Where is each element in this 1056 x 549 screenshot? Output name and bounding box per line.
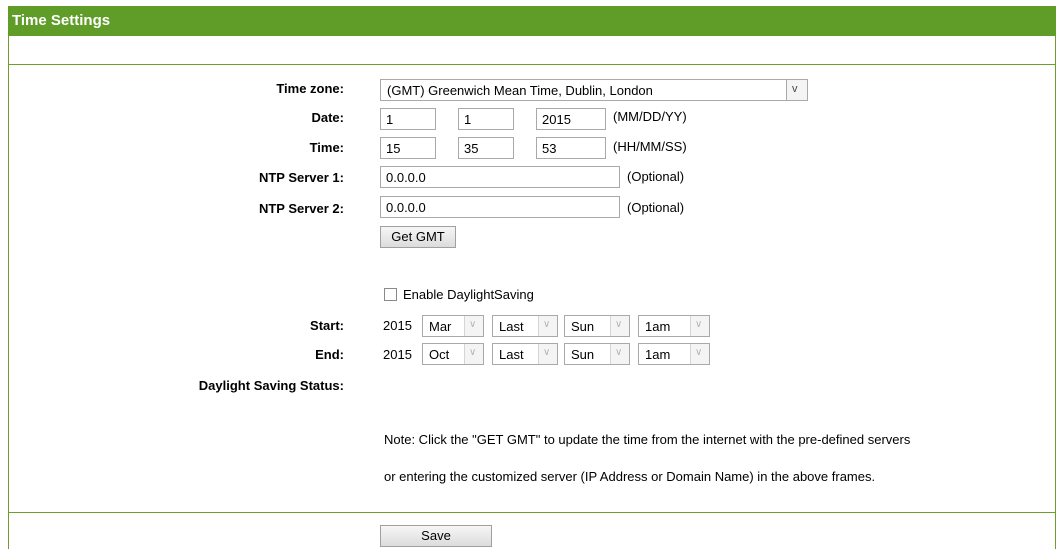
start-hour-select[interactable]: 1am ∨	[638, 315, 710, 337]
start-day-select[interactable]: Sun ∨	[564, 315, 630, 337]
chevron-down-icon[interactable]: ∨	[690, 344, 709, 364]
date-format-hint: (MM/DD/YY)	[613, 109, 687, 124]
chevron-down-icon[interactable]: v	[786, 80, 807, 100]
end-hour-select[interactable]: 1am ∨	[638, 343, 710, 365]
ntp-server-2-label: NTP Server 2:	[258, 201, 344, 216]
daylight-saving-status-label: Daylight Saving Status:	[198, 378, 344, 393]
ntp-server-2-hint: (Optional)	[627, 200, 685, 215]
chevron-down-icon[interactable]: ∨	[538, 344, 557, 364]
start-month-select[interactable]: Mar ∨	[422, 315, 484, 337]
chevron-down-icon[interactable]: ∨	[538, 316, 557, 336]
time-label: Time:	[309, 140, 344, 155]
date-year-input[interactable]	[536, 108, 606, 130]
daylight-saving-checkbox[interactable]	[384, 288, 397, 301]
date-month-input[interactable]	[380, 108, 436, 130]
page-title: Time Settings	[12, 12, 111, 29]
chevron-down-icon[interactable]: ∨	[464, 344, 483, 364]
timezone-select[interactable]: (GMT) Greenwich Mean Time, Dublin, Londo…	[380, 79, 808, 101]
start-week-select[interactable]: Last ∨	[492, 315, 558, 337]
ntp-server-1-label: NTP Server 1:	[258, 170, 344, 185]
timezone-label: Time zone:	[276, 81, 344, 96]
end-month-select[interactable]: Oct ∨	[422, 343, 484, 365]
chevron-down-icon[interactable]: ∨	[610, 344, 629, 364]
chevron-down-icon[interactable]: ∨	[610, 316, 629, 336]
ntp-server-2-input[interactable]	[380, 196, 620, 218]
page-header: Time Settings	[8, 6, 1056, 36]
end-year: 2015	[383, 347, 412, 362]
time-format-hint: (HH/MM/SS)	[613, 139, 687, 154]
date-label: Date:	[311, 110, 344, 125]
note-line-2: or entering the customized server (IP Ad…	[384, 469, 876, 484]
end-label: End:	[315, 347, 344, 362]
chevron-down-icon[interactable]: ∨	[464, 316, 483, 336]
start-label: Start:	[310, 318, 344, 333]
end-day-select[interactable]: Sun ∨	[564, 343, 630, 365]
get-gmt-button[interactable]: Get GMT	[380, 226, 456, 248]
timezone-value: (GMT) Greenwich Mean Time, Dublin, Londo…	[387, 83, 653, 98]
save-button[interactable]: Save	[380, 525, 492, 547]
note-line-1: Note: Click the "GET GMT" to update the …	[384, 432, 911, 447]
date-day-input[interactable]	[458, 108, 514, 130]
daylight-saving-label: Enable DaylightSaving	[403, 287, 534, 302]
time-minute-input[interactable]	[458, 137, 514, 159]
time-second-input[interactable]	[536, 137, 606, 159]
time-hour-input[interactable]	[380, 137, 436, 159]
ntp-server-1-hint: (Optional)	[627, 169, 685, 184]
ntp-server-1-input[interactable]	[380, 166, 620, 188]
chevron-down-icon[interactable]: ∨	[690, 316, 709, 336]
bottom-divider	[8, 512, 1056, 513]
top-divider	[8, 64, 1056, 65]
start-year: 2015	[383, 318, 412, 333]
end-week-select[interactable]: Last ∨	[492, 343, 558, 365]
